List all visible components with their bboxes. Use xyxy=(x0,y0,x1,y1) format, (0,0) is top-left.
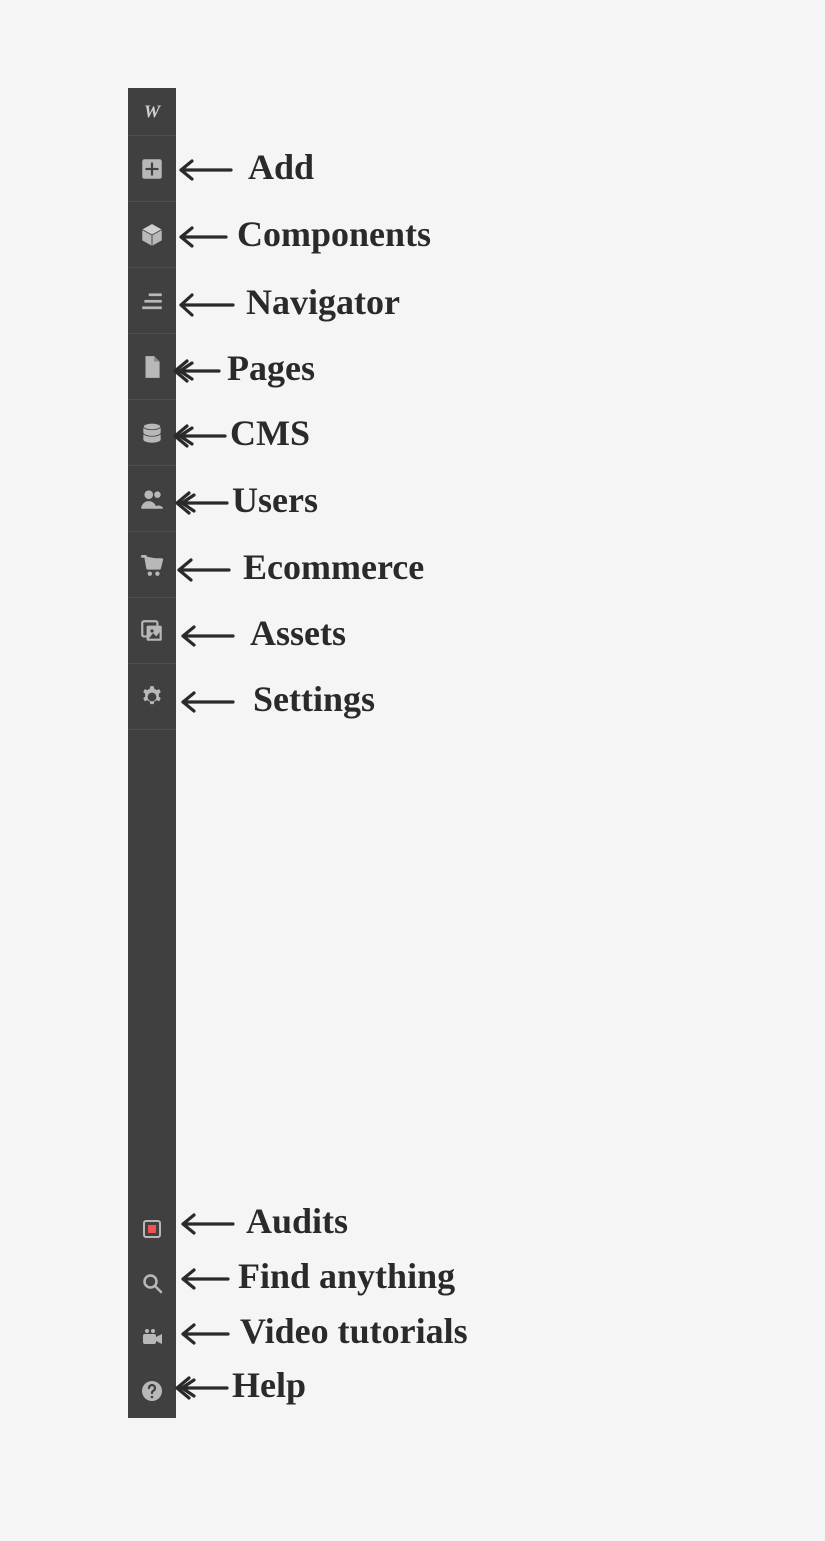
annotation-label-video: Video tutorials xyxy=(240,1310,468,1352)
sidebar-item-cms[interactable] xyxy=(128,400,176,466)
sidebar-item-users[interactable] xyxy=(128,466,176,532)
annotation-label-components: Components xyxy=(237,213,431,255)
annotation-label-assets: Assets xyxy=(250,612,346,654)
sidebar-item-navigator[interactable] xyxy=(128,268,176,334)
arrow-assets xyxy=(178,621,238,651)
arrow-ecommerce xyxy=(176,555,234,585)
annotation-label-ecommerce: Ecommerce xyxy=(243,546,424,588)
sidebar-item-search[interactable] xyxy=(128,1256,176,1310)
arrow-cms xyxy=(172,421,230,451)
annotations-layer: Add Components Navigator Pages CMS Users xyxy=(0,0,825,1541)
arrow-navigator xyxy=(176,290,238,320)
sidebar-item-pages[interactable] xyxy=(128,334,176,400)
arrow-video xyxy=(178,1319,233,1349)
annotation-label-settings: Settings xyxy=(253,678,375,720)
arrow-help xyxy=(174,1373,232,1403)
page-icon xyxy=(139,354,165,380)
annotation-label-search: Find anything xyxy=(238,1255,455,1297)
annotation-label-audits: Audits xyxy=(246,1200,348,1242)
sidebar-item-video[interactable] xyxy=(128,1310,176,1364)
sidebar-item-ecommerce[interactable] xyxy=(128,532,176,598)
sidebar-item-audits[interactable] xyxy=(128,1202,176,1256)
annotation-label-help: Help xyxy=(232,1364,306,1406)
sidebar-item-components[interactable] xyxy=(128,202,176,268)
search-icon xyxy=(140,1271,164,1295)
webflow-logo-icon: W xyxy=(141,101,163,123)
sidebar-item-help[interactable] xyxy=(128,1364,176,1418)
video-icon xyxy=(140,1325,164,1349)
assets-icon xyxy=(139,618,165,644)
annotation-label-pages: Pages xyxy=(227,347,315,389)
annotation-label-cms: CMS xyxy=(230,412,310,454)
cart-icon xyxy=(139,552,165,578)
arrow-settings xyxy=(178,687,238,717)
annotation-label-add: Add xyxy=(248,146,314,188)
arrow-search xyxy=(178,1264,233,1294)
navigator-icon xyxy=(139,288,165,314)
users-icon xyxy=(139,486,165,512)
arrow-audits xyxy=(178,1209,238,1239)
database-icon xyxy=(139,420,165,446)
sidebar-item-assets[interactable] xyxy=(128,598,176,664)
gear-icon xyxy=(139,684,165,710)
arrow-users xyxy=(174,488,232,518)
annotation-label-users: Users xyxy=(232,479,318,521)
help-icon xyxy=(140,1379,164,1403)
arrow-add xyxy=(176,155,236,185)
audits-icon xyxy=(140,1217,164,1241)
cube-icon xyxy=(139,222,165,248)
sidebar-item-add[interactable] xyxy=(128,136,176,202)
svg-text:W: W xyxy=(144,101,162,121)
sidebar-item-settings[interactable] xyxy=(128,664,176,730)
left-sidebar: W xyxy=(128,88,176,1418)
annotation-label-navigator: Navigator xyxy=(246,281,400,323)
plus-box-icon xyxy=(139,156,165,182)
logo[interactable]: W xyxy=(128,88,176,136)
arrow-components xyxy=(176,222,231,252)
sidebar-spacer xyxy=(128,730,176,1202)
arrow-pages xyxy=(172,356,224,386)
